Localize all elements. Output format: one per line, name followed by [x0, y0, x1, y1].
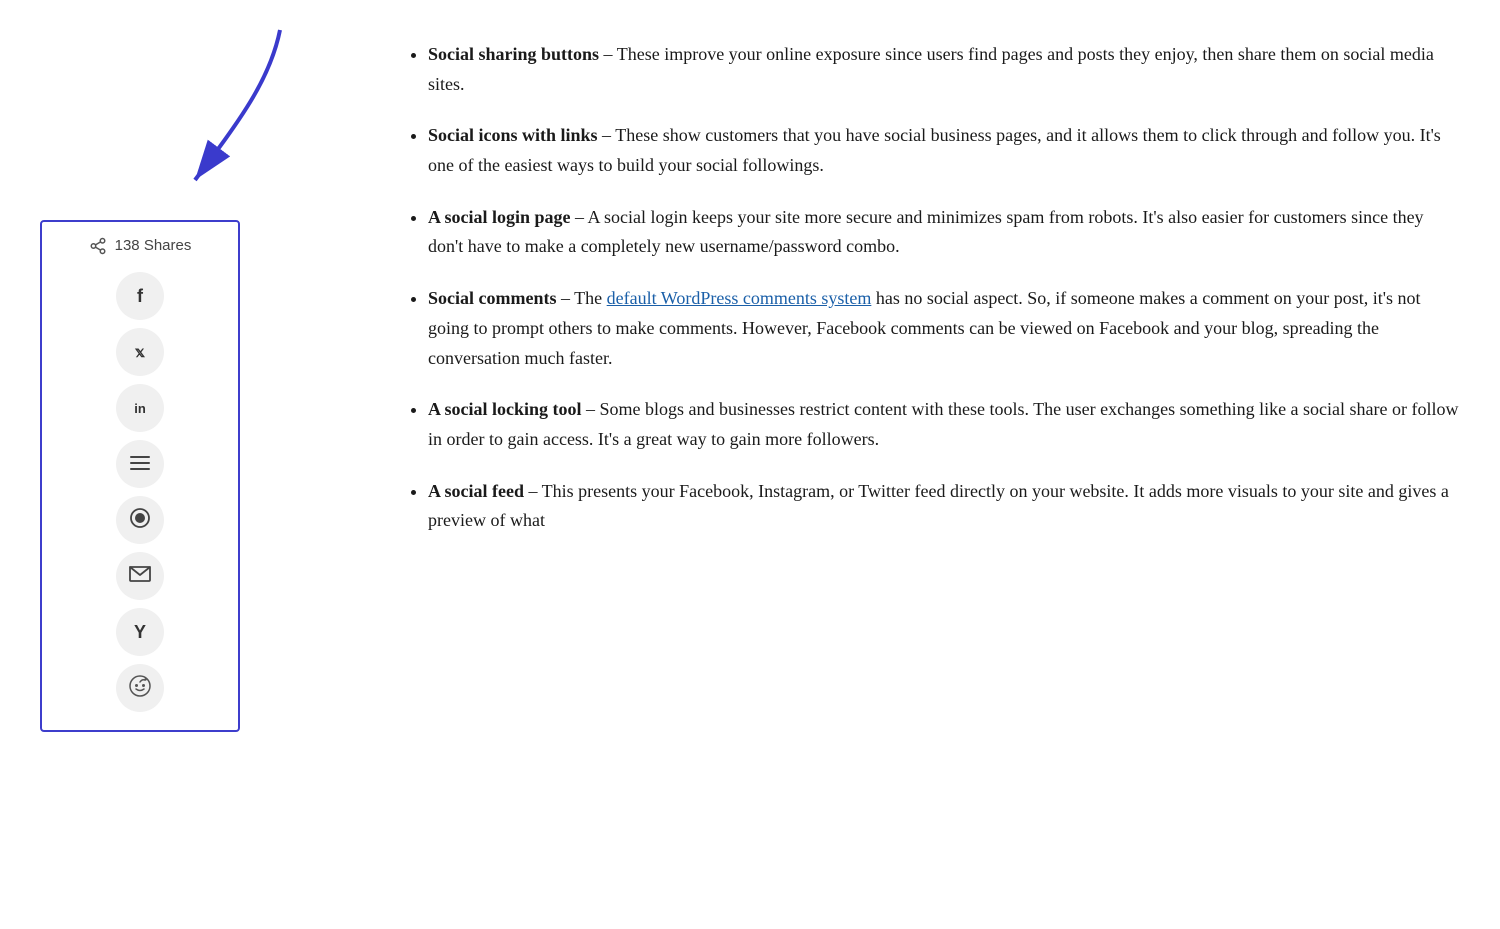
list-item: Social icons with links – These show cus…: [428, 121, 1460, 180]
list-item: Social comments – The default WordPress …: [428, 284, 1460, 373]
share-count-row: 138 Shares: [89, 234, 192, 258]
share-count-label: 138 Shares: [115, 234, 192, 258]
item-desc: – A social login keeps your site more se…: [428, 207, 1424, 257]
facebook-share-button[interactable]: f: [116, 272, 164, 320]
content-list: Social sharing buttons – These improve y…: [400, 40, 1460, 536]
share-widget: 138 Shares f 𝕩 in: [40, 220, 240, 732]
item-term: A social login page: [428, 207, 571, 227]
instapaper-share-button[interactable]: [116, 496, 164, 544]
left-panel: 138 Shares f 𝕩 in: [40, 30, 350, 899]
reddit-share-button[interactable]: [116, 664, 164, 712]
buffer-share-button[interactable]: [116, 440, 164, 488]
item-term: Social comments: [428, 288, 556, 308]
yummly-icon: Y: [134, 622, 146, 643]
share-icon: [89, 237, 107, 255]
email-icon: [129, 566, 151, 587]
linkedin-share-button[interactable]: in: [116, 384, 164, 432]
item-term: A social locking tool: [428, 399, 582, 419]
item-term: Social sharing buttons: [428, 44, 599, 64]
linkedin-icon: in: [134, 401, 146, 416]
facebook-icon: f: [137, 286, 143, 307]
list-item: Social sharing buttons – These improve y…: [428, 40, 1460, 99]
list-item: A social feed – This presents your Faceb…: [428, 477, 1460, 536]
instapaper-icon: [129, 507, 151, 534]
right-content: Social sharing buttons – These improve y…: [350, 30, 1460, 899]
twitter-icon: 𝕩: [135, 343, 145, 361]
reddit-icon: [128, 674, 152, 703]
list-item: A social login page – A social login kee…: [428, 203, 1460, 262]
list-item: A social locking tool – Some blogs and b…: [428, 395, 1460, 454]
wordpress-comments-link[interactable]: default WordPress comments system: [607, 288, 872, 308]
twitter-share-button[interactable]: 𝕩: [116, 328, 164, 376]
arrow-indicator: [140, 20, 300, 210]
item-desc: – This presents your Facebook, Instagram…: [428, 481, 1449, 531]
buffer-icon: [129, 454, 151, 475]
item-term: Social icons with links: [428, 125, 598, 145]
item-term: A social feed: [428, 481, 524, 501]
social-buttons-list: f 𝕩 in: [58, 272, 222, 712]
email-share-button[interactable]: [116, 552, 164, 600]
yummly-share-button[interactable]: Y: [116, 608, 164, 656]
item-desc: – Some blogs and businesses restrict con…: [428, 399, 1459, 449]
item-desc-before: – The: [556, 288, 606, 308]
